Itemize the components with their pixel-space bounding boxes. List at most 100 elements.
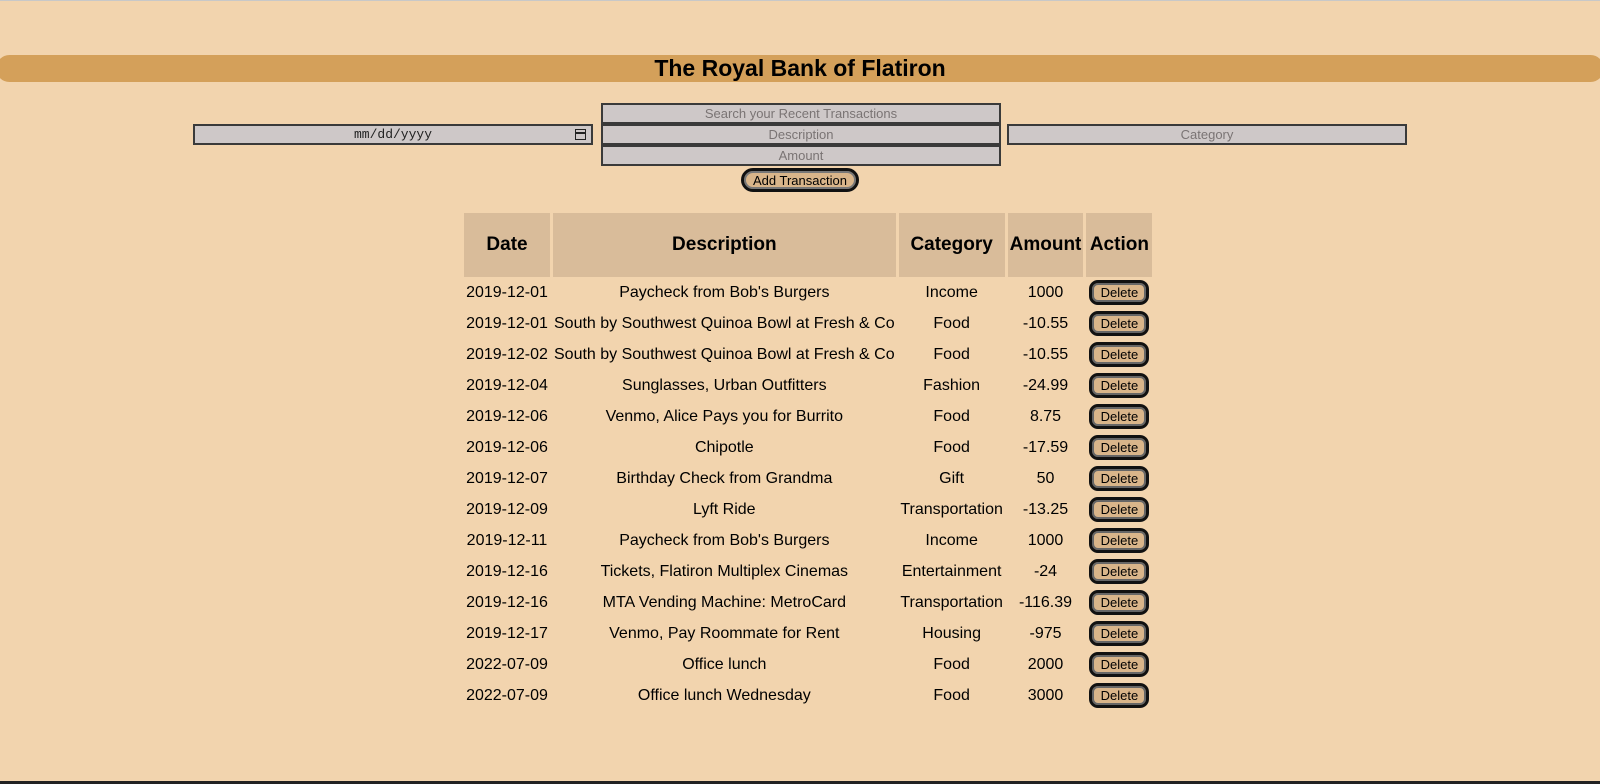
cell-date: 2019-12-06 bbox=[466, 407, 548, 425]
cell-amount: 1000 bbox=[1027, 283, 1064, 301]
cell-date: 2019-12-01 bbox=[466, 314, 548, 332]
cell-date: 2019-12-09 bbox=[466, 500, 548, 518]
table-row: 2019-12-11 Paycheck from Bob's Burgers Inc… bbox=[464, 525, 1152, 556]
delete-button[interactable]: Delete bbox=[1089, 559, 1150, 584]
cell-category: Income bbox=[925, 531, 978, 549]
transactions-table: Date Description Category Amount Action … bbox=[461, 213, 1155, 711]
page-title: The Royal Bank of Flatiron bbox=[654, 55, 946, 81]
cell-description: Tickets, Flatiron Multiplex Cinemas bbox=[600, 562, 849, 580]
table-row: 2019-12-06 Chipotle Food -17.59 Delete bbox=[464, 432, 1152, 463]
delete-button[interactable]: Delete bbox=[1089, 621, 1150, 646]
table-row: 2019-12-07 Birthday Check from Grandma Gif… bbox=[464, 463, 1152, 494]
cell-description: Venmo, Alice Pays you for Burrito bbox=[605, 407, 844, 425]
cell-date: 2019-12-02 bbox=[466, 345, 548, 363]
table-row: 2019-12-01 Paycheck from Bob's Burgers Inc… bbox=[464, 277, 1152, 308]
cell-amount: 1000 bbox=[1027, 531, 1064, 549]
table-row: 2022-07-09 Office lunch Food 2000 Delete bbox=[464, 649, 1152, 680]
table-row: 2019-12-02 South by Southwest Quinoa Bowl… bbox=[464, 339, 1152, 370]
cell-date: 2019-12-01 bbox=[466, 283, 548, 301]
search-input[interactable] bbox=[601, 103, 1001, 124]
table-header-row: Date Description Category Amount Action bbox=[464, 213, 1153, 277]
cell-date: 2019-12-11 bbox=[466, 531, 548, 549]
delete-button[interactable]: Delete bbox=[1089, 311, 1150, 336]
cell-description: Birthday Check from Grandma bbox=[616, 469, 833, 487]
table-row: 2019-12-01 South by Southwest Quinoa Bowl… bbox=[464, 308, 1152, 339]
cell-action: Delete bbox=[1086, 587, 1152, 618]
cell-date: 2019-12-04 bbox=[466, 376, 548, 394]
cell-action: Delete bbox=[1086, 680, 1152, 711]
header-category[interactable]: Category bbox=[898, 213, 1005, 277]
cell-action: Delete bbox=[1086, 556, 1152, 587]
cell-category: Transportation bbox=[900, 500, 1003, 518]
top-border bbox=[0, 0, 1600, 1]
cell-date: 2019-12-07 bbox=[466, 469, 548, 487]
delete-button[interactable]: Delete bbox=[1089, 373, 1150, 398]
calendar-icon[interactable] bbox=[575, 129, 586, 140]
cell-description: MTA Vending Machine: MetroCard bbox=[602, 593, 846, 611]
table-row: 2019-12-16 Tickets, Flatiron Multiplex Ci… bbox=[464, 556, 1152, 587]
cell-amount: -13.25 bbox=[1022, 500, 1069, 518]
header-date[interactable]: Date bbox=[464, 213, 550, 277]
delete-button[interactable]: Delete bbox=[1089, 404, 1150, 429]
date-format-placeholder: mm/dd/yyyy bbox=[353, 127, 432, 142]
cell-action: Delete bbox=[1086, 277, 1152, 308]
delete-button[interactable]: Delete bbox=[1089, 466, 1150, 491]
cell-action: Delete bbox=[1086, 649, 1152, 680]
delete-button[interactable]: Delete bbox=[1089, 342, 1150, 367]
cell-description: Office lunch bbox=[682, 655, 767, 673]
delete-button[interactable]: Delete bbox=[1089, 280, 1150, 305]
header-action: Action bbox=[1086, 213, 1153, 277]
cell-action: Delete bbox=[1086, 463, 1152, 494]
description-input[interactable] bbox=[601, 124, 1001, 145]
cell-date: 2022-07-09 bbox=[466, 655, 548, 673]
cell-category: Gift bbox=[939, 469, 965, 487]
delete-button[interactable]: Delete bbox=[1089, 683, 1150, 708]
delete-button[interactable]: Delete bbox=[1089, 528, 1150, 553]
table-row: 2019-12-04 Sunglasses, Urban Outfitters Fa… bbox=[464, 370, 1152, 401]
cell-action: Delete bbox=[1086, 370, 1152, 401]
cell-amount: -10.55 bbox=[1022, 345, 1069, 363]
cell-amount: 8.75 bbox=[1029, 407, 1062, 425]
add-transaction-button[interactable]: Add Transaction bbox=[741, 168, 859, 192]
cell-amount: -975 bbox=[1029, 624, 1062, 642]
cell-description: Office lunch Wednesday bbox=[637, 686, 811, 704]
cell-action: Delete bbox=[1086, 339, 1152, 370]
cell-date: 2019-12-17 bbox=[466, 624, 548, 642]
cell-description: Paycheck from Bob's Burgers bbox=[619, 283, 830, 301]
header-description[interactable]: Description bbox=[553, 213, 896, 277]
cell-description: Chipotle bbox=[694, 438, 754, 456]
category-input[interactable] bbox=[1007, 124, 1407, 145]
delete-button[interactable]: Delete bbox=[1089, 435, 1150, 460]
table-row: 2019-12-16 MTA Vending Machine: MetroCard… bbox=[464, 587, 1152, 618]
cell-category: Entertainment bbox=[901, 562, 1002, 580]
cell-action: Delete bbox=[1086, 401, 1152, 432]
cell-category: Transportation bbox=[900, 593, 1003, 611]
cell-date: 2022-07-09 bbox=[466, 686, 548, 704]
delete-button[interactable]: Delete bbox=[1089, 590, 1150, 615]
cell-description: Sunglasses, Urban Outfitters bbox=[622, 376, 827, 394]
cell-category: Food bbox=[933, 438, 970, 456]
cell-amount: 2000 bbox=[1027, 655, 1064, 673]
cell-category: Income bbox=[925, 283, 978, 301]
cell-amount: -17.59 bbox=[1022, 438, 1069, 456]
delete-button[interactable]: Delete bbox=[1089, 652, 1150, 677]
cell-date: 2019-12-16 bbox=[466, 562, 548, 580]
table-row: 2019-12-09 Lyft Ride Transportation -13.25 D… bbox=[464, 494, 1152, 525]
amount-input[interactable] bbox=[601, 145, 1001, 166]
transactions-body: 2019-12-01 Paycheck from Bob's Burgers Inc… bbox=[464, 277, 1152, 711]
cell-description: Lyft Ride bbox=[693, 500, 756, 518]
table-row: 2019-12-17 Venmo, Pay Roommate for Rent Ho… bbox=[464, 618, 1152, 649]
date-input[interactable]: mm/dd/yyyy bbox=[193, 124, 593, 145]
cell-category: Food bbox=[933, 407, 970, 425]
table-row: 2022-07-09 Office lunch Wednesday Food 3000… bbox=[464, 680, 1152, 711]
cell-description: South by Southwest Quinoa Bowl at Fresh … bbox=[554, 345, 895, 363]
cell-action: Delete bbox=[1086, 308, 1152, 339]
delete-button[interactable]: Delete bbox=[1089, 497, 1150, 522]
cell-category: Food bbox=[933, 345, 970, 363]
cell-amount: 50 bbox=[1036, 469, 1055, 487]
cell-category: Food bbox=[933, 686, 970, 704]
cell-amount: -24.99 bbox=[1022, 376, 1069, 394]
cell-action: Delete bbox=[1086, 618, 1152, 649]
cell-category: Housing bbox=[922, 624, 981, 642]
header-amount[interactable]: Amount bbox=[1007, 213, 1084, 277]
